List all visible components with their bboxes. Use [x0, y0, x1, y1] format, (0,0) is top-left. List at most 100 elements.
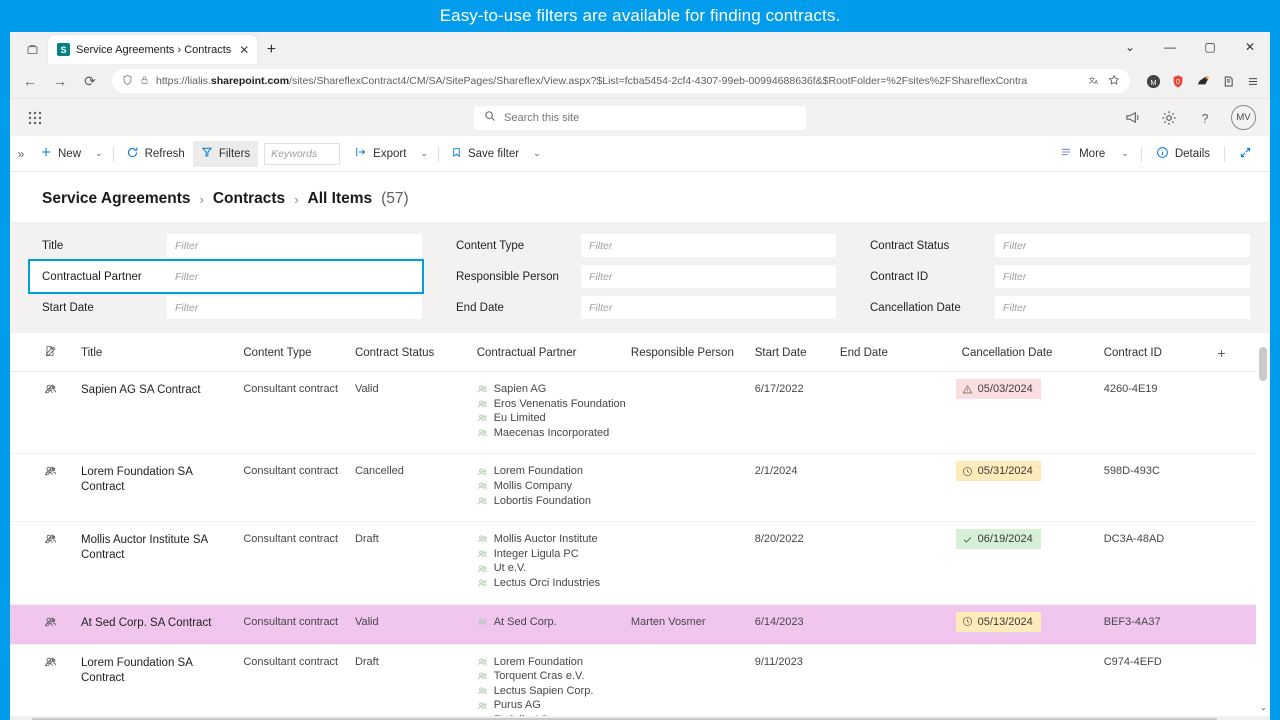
- filter-row-responsible-person[interactable]: Responsible Person Filter: [444, 261, 836, 292]
- table-row[interactable]: Sapien AG SA Contract Consultant contract…: [10, 371, 1256, 455]
- collections-icon[interactable]: [1217, 70, 1239, 92]
- filter-input[interactable]: Filter: [167, 265, 422, 288]
- refresh-button[interactable]: Refresh: [118, 141, 193, 167]
- maximize-button[interactable]: ▢: [1190, 32, 1230, 62]
- cell-title[interactable]: Mollis Auctor Institute SA Contract: [81, 521, 244, 605]
- row-person-icon-cell[interactable]: [10, 644, 56, 720]
- tab-search-icon[interactable]: [16, 34, 48, 64]
- partner-item[interactable]: Mollis Auctor Institute: [477, 533, 631, 547]
- filter-row-content-type[interactable]: Content Type Filter: [444, 230, 836, 261]
- cell-title[interactable]: Lorem Foundation SA Contract: [81, 644, 244, 720]
- partner-item[interactable]: Eu Limited: [477, 412, 631, 426]
- row-person-icon-cell[interactable]: [10, 453, 56, 523]
- filter-row-end-date[interactable]: End Date Filter: [444, 292, 836, 323]
- new-tab-button[interactable]: +: [257, 36, 285, 64]
- partner-item[interactable]: Ut e.V.: [477, 562, 631, 576]
- more-button[interactable]: More: [1051, 141, 1113, 167]
- breadcrumb-view[interactable]: All Items: [308, 190, 373, 208]
- filter-row-contractual-partner[interactable]: Contractual Partner Filter: [28, 259, 424, 294]
- partner-item[interactable]: Purus AG: [477, 699, 631, 713]
- help-icon[interactable]: ?: [1195, 108, 1215, 128]
- row-edit-cell[interactable]: [44, 371, 81, 455]
- partner-item[interactable]: At Sed Corp.: [477, 616, 631, 630]
- new-button[interactable]: New: [32, 141, 89, 167]
- save-filter-caret-icon[interactable]: ⌄: [527, 141, 547, 167]
- address-bar[interactable]: https://lialis.sharepoint.com/sites/Shar…: [112, 69, 1130, 93]
- app-launcher-icon[interactable]: [24, 107, 46, 129]
- site-search-input[interactable]: Search this site: [474, 105, 806, 130]
- filter-input[interactable]: Filter: [167, 234, 422, 257]
- extension-dark-icon[interactable]: [1192, 70, 1214, 92]
- tab-list-chevron-icon[interactable]: ⌄: [1110, 32, 1150, 62]
- avatar[interactable]: MV: [1231, 105, 1256, 130]
- partner-item[interactable]: Sapien AG: [477, 383, 631, 397]
- column-header-responsible-person[interactable]: Responsible Person: [630, 333, 755, 372]
- extension-shield-icon[interactable]: 0: [1167, 70, 1189, 92]
- new-button-caret-icon[interactable]: ⌄: [89, 141, 109, 167]
- close-window-button[interactable]: ✕: [1230, 32, 1270, 62]
- partner-item[interactable]: Lectus Orci Industries: [477, 577, 631, 591]
- filter-input[interactable]: Filter: [995, 265, 1250, 288]
- filter-row-contract-id[interactable]: Contract ID Filter: [858, 261, 1250, 292]
- back-button[interactable]: ←: [16, 67, 44, 95]
- filter-input[interactable]: Filter: [581, 234, 836, 257]
- save-filter-button[interactable]: Save filter: [443, 141, 527, 167]
- partner-item[interactable]: Torquent Cras e.V.: [477, 670, 631, 684]
- export-button[interactable]: Export: [346, 141, 414, 167]
- horizontal-scrollbar-track[interactable]: [24, 716, 1256, 720]
- filters-button[interactable]: Filters: [192, 140, 259, 167]
- star-icon[interactable]: [1108, 74, 1120, 89]
- filter-input[interactable]: Filter: [581, 265, 836, 288]
- vertical-scrollbar-thumb[interactable]: [1259, 347, 1267, 381]
- partner-item[interactable]: Lobortis Foundation: [477, 495, 631, 509]
- partner-item[interactable]: Eros Venenatis Foundation: [477, 398, 631, 412]
- cell-title[interactable]: At Sed Corp. SA Contract: [81, 604, 244, 645]
- filter-row-cancellation-date[interactable]: Cancellation Date Filter: [858, 292, 1250, 323]
- horizontal-scrollbar[interactable]: ‹ ›: [10, 716, 1270, 720]
- megaphone-icon[interactable]: [1123, 108, 1143, 128]
- expand-rail-icon[interactable]: »: [10, 147, 32, 161]
- scroll-down-arrow-icon[interactable]: ⌄: [1260, 703, 1267, 712]
- row-person-icon-cell[interactable]: [10, 371, 56, 455]
- partner-item[interactable]: Lorem Foundation: [477, 465, 631, 479]
- filter-row-title[interactable]: Title Filter: [30, 230, 422, 261]
- keywords-input[interactable]: Keywords: [264, 142, 341, 165]
- add-column-icon[interactable]: +: [1217, 333, 1256, 372]
- browser-tab[interactable]: S Service Agreements › Contracts ✕: [48, 35, 258, 64]
- partner-item[interactable]: Mollis Company: [477, 480, 631, 494]
- column-header-start-date[interactable]: Start Date: [754, 333, 840, 372]
- expand-button[interactable]: [1231, 141, 1260, 167]
- table-row[interactable]: Lorem Foundation SA Contract Consultant c…: [10, 644, 1256, 720]
- row-person-icon-cell[interactable]: [10, 604, 56, 645]
- row-person-icon-cell[interactable]: [10, 521, 56, 605]
- column-header-contract-status[interactable]: Contract Status: [354, 333, 477, 372]
- column-header-cancellation-date[interactable]: Cancellation Date: [961, 333, 1104, 372]
- cell-title[interactable]: Sapien AG SA Contract: [81, 371, 244, 455]
- gear-icon[interactable]: [1159, 108, 1179, 128]
- row-edit-cell[interactable]: [44, 521, 81, 605]
- row-edit-cell[interactable]: [44, 604, 81, 645]
- filter-row-contract-status[interactable]: Contract Status Filter: [858, 230, 1250, 261]
- filter-input[interactable]: Filter: [167, 296, 422, 319]
- column-header-content-type[interactable]: Content Type: [243, 333, 355, 372]
- column-header-edit[interactable]: [44, 333, 81, 372]
- more-caret-icon[interactable]: ⌄: [1115, 141, 1135, 167]
- reload-button[interactable]: ⟳: [76, 67, 104, 95]
- details-button[interactable]: Details: [1148, 141, 1218, 167]
- partner-item[interactable]: Lorem Foundation: [477, 656, 631, 670]
- filter-input[interactable]: Filter: [995, 234, 1250, 257]
- forward-button[interactable]: →: [46, 67, 74, 95]
- table-row[interactable]: Mollis Auctor Institute SA Contract Consu…: [10, 521, 1256, 605]
- column-header-contract-id[interactable]: Contract ID: [1103, 333, 1218, 372]
- partner-item[interactable]: Integer Ligula PC: [477, 548, 631, 562]
- filter-row-start-date[interactable]: Start Date Filter: [30, 292, 422, 323]
- partner-item[interactable]: Lectus Sapien Corp.: [477, 685, 631, 699]
- browser-menu-icon[interactable]: [1242, 70, 1264, 92]
- export-caret-icon[interactable]: ⌄: [414, 141, 434, 167]
- translate-icon[interactable]: 文 A: [1088, 74, 1101, 89]
- column-header-document[interactable]: [10, 333, 54, 372]
- row-edit-cell[interactable]: [44, 453, 81, 523]
- breadcrumb-library[interactable]: Contracts: [213, 190, 285, 208]
- filter-input[interactable]: Filter: [995, 296, 1250, 319]
- cell-title[interactable]: Lorem Foundation SA Contract: [81, 453, 244, 523]
